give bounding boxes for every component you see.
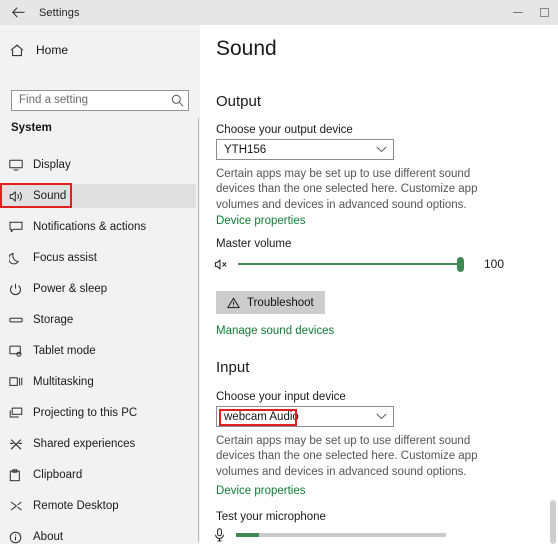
warning-triangle-icon <box>227 297 240 309</box>
sidebar-item-label: Focus assist <box>33 252 97 264</box>
sidebar-item-label: Display <box>33 159 71 171</box>
master-volume-row: 100 <box>214 256 504 272</box>
sidebar-item-notifications[interactable]: Notifications & actions <box>0 215 196 239</box>
moon-icon <box>9 252 33 265</box>
input-device-value: webcam Audio <box>224 410 299 423</box>
chevron-down-icon <box>369 413 393 420</box>
master-volume-slider[interactable] <box>238 256 464 272</box>
sidebar-item-label: Sound <box>33 190 67 202</box>
share-icon <box>9 438 33 451</box>
sidebar-item-clipboard[interactable]: Clipboard <box>0 463 196 487</box>
microphone-test-row <box>214 528 446 542</box>
test-microphone-label: Test your microphone <box>216 511 326 523</box>
sidebar-item-power-sleep[interactable]: Power & sleep <box>0 277 196 301</box>
manage-sound-devices-link[interactable]: Manage sound devices <box>216 325 334 337</box>
maximize-icon <box>540 8 549 17</box>
slider-thumb[interactable] <box>457 257 464 272</box>
speaker-icon <box>9 190 33 203</box>
input-description: Certain apps may be set up to use differ… <box>216 435 478 478</box>
storage-icon <box>9 315 33 325</box>
output-section-heading: Output <box>216 93 262 110</box>
master-volume-label: Master volume <box>216 238 292 250</box>
sidebar-item-label: About <box>33 531 64 543</box>
window-title: Settings <box>39 6 80 19</box>
search-box[interactable] <box>11 90 189 111</box>
sidebar-item-label: Shared experiences <box>33 438 136 450</box>
search-input[interactable] <box>12 91 167 110</box>
home-icon <box>10 44 32 57</box>
sidebar-item-home[interactable]: Home <box>0 36 200 64</box>
sidebar-group-title: System <box>11 122 52 134</box>
sidebar-item-multitasking[interactable]: Multitasking <box>0 370 196 394</box>
master-volume-value: 100 <box>484 257 505 271</box>
monitor-icon <box>9 159 33 171</box>
project-screen-icon <box>9 407 33 419</box>
sidebar-item-sound[interactable]: Sound <box>0 183 196 208</box>
sidebar-item-label: Multitasking <box>33 376 94 388</box>
input-device-label: Choose your input device <box>216 391 346 403</box>
minimize-icon <box>513 12 523 13</box>
sidebar-item-label: Projecting to this PC <box>33 407 138 419</box>
sidebar-item-about[interactable]: About <box>0 525 196 544</box>
sidebar-item-tablet-mode[interactable]: Tablet mode <box>0 339 196 363</box>
sidebar-item-label: Remote Desktop <box>33 500 119 512</box>
input-device-combobox[interactable]: webcam Audio <box>216 406 394 427</box>
sidebar-nav-list: Display Sound Notifications & actions Fo… <box>0 153 196 544</box>
multitasking-icon <box>9 376 33 388</box>
sidebar-item-label: Clipboard <box>33 469 83 481</box>
output-device-value: YTH156 <box>224 143 267 156</box>
tablet-icon <box>9 345 33 357</box>
maximize-button[interactable] <box>534 0 558 25</box>
home-label: Home <box>36 43 69 57</box>
content-scrollbar[interactable] <box>548 494 558 544</box>
scrollbar-thumb[interactable] <box>550 500 556 544</box>
speaker-mute-icon[interactable] <box>214 258 236 271</box>
sidebar: Home System Display <box>0 25 200 544</box>
output-device-label: Choose your output device <box>216 124 353 136</box>
info-icon <box>9 531 33 544</box>
sidebar-item-remote-desktop[interactable]: Remote Desktop <box>0 494 196 518</box>
troubleshoot-label: Troubleshoot <box>247 296 314 309</box>
output-description: Certain apps may be set up to use differ… <box>216 168 478 211</box>
sidebar-item-projecting[interactable]: Projecting to this PC <box>0 401 196 425</box>
minimize-button[interactable] <box>502 0 534 25</box>
sidebar-item-shared-experiences[interactable]: Shared experiences <box>0 432 196 456</box>
back-button[interactable] <box>0 0 36 25</box>
sidebar-item-display[interactable]: Display <box>0 153 196 177</box>
settings-window: Settings Home Find a setting System Disp… <box>0 0 558 544</box>
power-icon <box>9 283 33 296</box>
microphone-level-fill <box>236 533 259 537</box>
input-section-heading: Input <box>216 359 250 376</box>
page-title: Sound <box>216 37 277 60</box>
title-bar: Settings <box>0 0 558 25</box>
search-icon <box>167 94 188 107</box>
clipboard-icon <box>9 468 33 482</box>
sidebar-item-label: Tablet mode <box>33 345 96 357</box>
sidebar-divider <box>198 118 199 542</box>
microphone-icon <box>214 528 232 542</box>
input-device-properties-link[interactable]: Device properties <box>216 485 305 497</box>
speech-bubble-icon <box>9 221 33 233</box>
sidebar-item-focus-assist[interactable]: Focus assist <box>0 246 196 270</box>
microphone-level-meter <box>236 533 446 537</box>
remote-desktop-icon <box>9 500 33 512</box>
output-device-combobox[interactable]: YTH156 <box>216 139 394 160</box>
sidebar-item-label: Notifications & actions <box>33 221 147 233</box>
sidebar-item-label: Power & sleep <box>33 283 108 295</box>
sidebar-item-storage[interactable]: Storage <box>0 308 196 332</box>
troubleshoot-button[interactable]: Troubleshoot <box>216 291 325 314</box>
chevron-down-icon <box>369 146 393 153</box>
output-device-properties-link[interactable]: Device properties <box>216 215 305 227</box>
main-content: Sound Output Choose your output device Y… <box>200 25 558 544</box>
slider-fill <box>238 263 460 265</box>
sidebar-item-label: Storage <box>33 314 74 326</box>
